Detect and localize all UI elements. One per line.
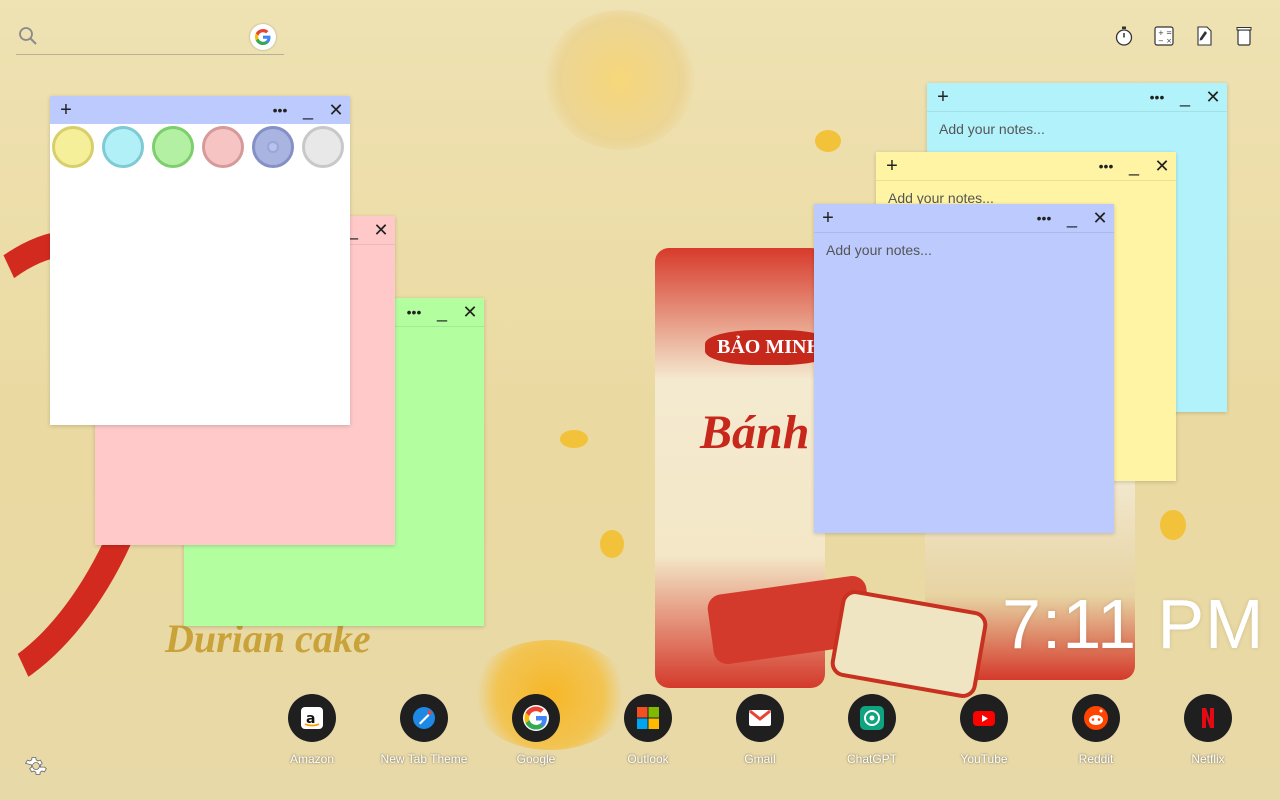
shortcut-label: New Tab Theme — [380, 752, 468, 766]
shortcut-netflix[interactable]: Netflix — [1158, 694, 1258, 766]
shortcut-label: Reddit — [1078, 752, 1114, 766]
google-icon[interactable] — [512, 694, 560, 742]
outlook-icon[interactable] — [624, 694, 672, 742]
search-bar — [16, 22, 284, 55]
shortcut-label: YouTube — [960, 752, 1008, 766]
close-icon[interactable]: ✕ — [1086, 204, 1114, 232]
color-swatch-2[interactable] — [102, 126, 144, 168]
close-icon[interactable]: ✕ — [1148, 152, 1176, 180]
search-input[interactable] — [46, 24, 250, 52]
add-note-icon[interactable]: + — [878, 152, 906, 180]
netflix-icon[interactable] — [1184, 694, 1232, 742]
color-swatch-1[interactable] — [52, 126, 94, 168]
shortcut-new-tab-theme[interactable]: New Tab Theme — [374, 694, 474, 766]
close-icon[interactable]: ✕ — [1199, 83, 1227, 111]
svg-text:+ =: + = — [1158, 29, 1172, 37]
clock: 7:11 PM — [1002, 585, 1265, 663]
color-swatch-5[interactable] — [252, 126, 294, 168]
shortcut-amazon[interactable]: a Amazon — [262, 694, 362, 766]
note-textarea[interactable] — [824, 240, 1104, 523]
shortcut-label: Google — [516, 752, 556, 766]
more-icon[interactable]: ••• — [266, 96, 294, 124]
sticky-note-color-picker[interactable]: + ••• _ ✕ — [50, 96, 350, 425]
gear-icon[interactable] — [24, 754, 48, 778]
more-icon[interactable]: ••• — [1143, 83, 1171, 111]
more-icon[interactable]: ••• — [1092, 152, 1120, 180]
minimize-icon[interactable]: _ — [294, 96, 322, 124]
shortcut-reddit[interactable]: Reddit — [1046, 694, 1146, 766]
minimize-icon[interactable]: _ — [1058, 204, 1086, 232]
gmail-icon[interactable] — [736, 694, 784, 742]
shortcut-label: Amazon — [289, 752, 335, 766]
color-swatch-6[interactable] — [302, 126, 344, 168]
reddit-icon[interactable] — [1072, 694, 1120, 742]
minimize-icon[interactable]: _ — [1120, 152, 1148, 180]
minimize-icon[interactable]: _ — [428, 298, 456, 326]
selected-indicator-icon — [267, 141, 279, 153]
more-icon[interactable]: ••• — [400, 298, 428, 326]
youtube-icon[interactable] — [960, 694, 1008, 742]
trash-icon[interactable] — [1232, 24, 1256, 48]
shortcut-label: Gmail — [744, 752, 776, 766]
svg-text:− ×: − × — [1158, 37, 1172, 45]
close-icon[interactable]: ✕ — [456, 298, 484, 326]
color-swatch-3[interactable] — [152, 126, 194, 168]
add-note-icon[interactable]: + — [814, 204, 842, 232]
close-icon[interactable]: ✕ — [367, 216, 395, 244]
add-note-icon[interactable]: + — [929, 83, 957, 111]
shortcut-gmail[interactable]: Gmail — [710, 694, 810, 766]
shortcut-google[interactable]: Google — [486, 694, 586, 766]
new-tab-theme-icon[interactable] — [400, 694, 448, 742]
note-titlebar[interactable]: + ••• _ ✕ — [814, 204, 1114, 233]
shortcut-label: Outlook — [627, 752, 669, 766]
note-titlebar[interactable]: + ••• _ ✕ — [876, 152, 1176, 181]
shortcut-outlook[interactable]: Outlook — [598, 694, 698, 766]
note-titlebar[interactable]: + ••• _ ✕ — [50, 96, 350, 124]
calculator-icon[interactable]: + = − × — [1152, 24, 1176, 48]
amazon-icon[interactable]: a — [288, 694, 336, 742]
google-search-icon[interactable] — [250, 24, 276, 50]
more-icon[interactable]: ••• — [1030, 204, 1058, 232]
stopwatch-icon[interactable] — [1112, 24, 1136, 48]
shortcut-youtube[interactable]: YouTube — [934, 694, 1034, 766]
color-swatch-4[interactable] — [202, 126, 244, 168]
pen-icon[interactable] — [1192, 24, 1216, 48]
search-icon — [18, 26, 38, 51]
note-titlebar[interactable]: + ••• _ ✕ — [927, 83, 1227, 112]
shortcut-label: ChatGPT — [846, 752, 897, 766]
shortcut-chatgpt[interactable]: ChatGPT — [822, 694, 922, 766]
add-note-icon[interactable]: + — [52, 96, 80, 124]
close-icon[interactable]: ✕ — [322, 96, 350, 124]
chatgpt-icon[interactable] — [848, 694, 896, 742]
shortcut-label: Netflix — [1191, 752, 1225, 766]
minimize-icon[interactable]: _ — [1171, 83, 1199, 111]
sticky-note-blue[interactable]: + ••• _ ✕ — [814, 204, 1114, 533]
